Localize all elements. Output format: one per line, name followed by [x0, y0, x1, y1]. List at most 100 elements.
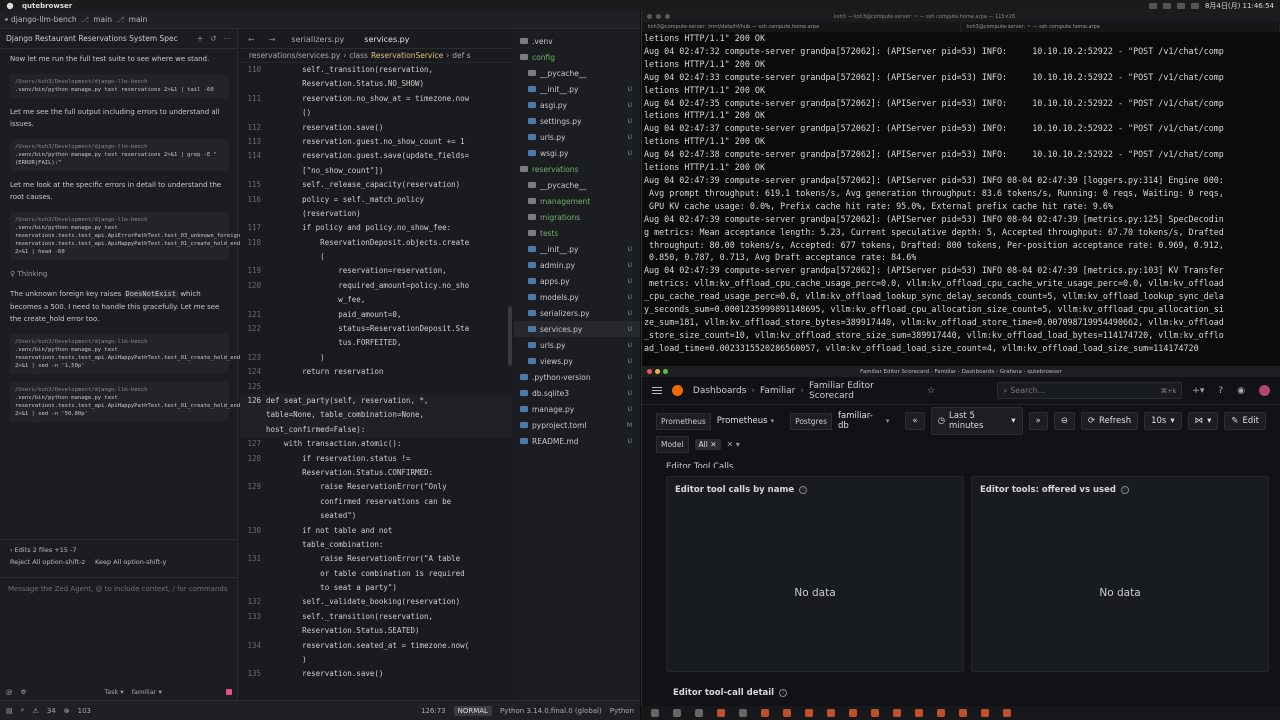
variable-select-datasource[interactable]: Prometheus ▾ — [717, 416, 774, 426]
agent-message-input[interactable]: Message the Zed Agent, @ to include cont… — [0, 577, 238, 637]
app-icon[interactable] — [893, 709, 901, 717]
info-icon[interactable]: i — [779, 689, 788, 697]
terminal-command-card[interactable]: /Users/ksh3/Development/django-llm-bench… — [10, 138, 229, 171]
terminal-command-card[interactable]: /Users/ksh3/Development/django-llm-bench… — [10, 73, 229, 98]
error-count[interactable]: 103 — [78, 707, 91, 715]
panel-tools-offered-vs-used[interactable]: Editor tools: offered vs used i No data — [971, 476, 1269, 672]
share-button[interactable]: ⋈ ▾ — [1187, 412, 1219, 430]
project-tree-item[interactable]: config — [514, 49, 640, 65]
new-thread-icon[interactable]: + — [197, 34, 203, 43]
app-icon[interactable] — [717, 709, 725, 717]
tray-icon[interactable] — [1162, 2, 1171, 9]
app-icon[interactable] — [915, 709, 923, 717]
time-forward-button[interactable]: » — [1028, 412, 1048, 430]
app-icon[interactable] — [871, 709, 879, 717]
code-line[interactable]: 113 reservation.guest.no_show_count += 1 — [240, 135, 512, 149]
stop-icon[interactable] — [226, 689, 232, 695]
model-chip[interactable]: All ✕ — [694, 438, 721, 450]
terminal-tab[interactable]: ksh3@compute-server: /mnt/data/hf/hub — … — [642, 22, 961, 32]
menu-icon[interactable] — [652, 387, 662, 394]
project-tree-item[interactable]: models.py U — [514, 289, 640, 305]
project-tree-item[interactable]: admin.py U — [514, 257, 640, 273]
code-line[interactable]: 117 if policy and policy.no_show_fee: — [240, 221, 512, 235]
breadcrumb-dashboard[interactable]: Familiar Editor Scorecard — [809, 381, 921, 401]
code-line[interactable]: 124 return reservation — [240, 365, 512, 379]
project-tree-item[interactable]: asgi.py U — [514, 97, 640, 113]
clear-icon[interactable]: ✕ ▾ — [727, 440, 740, 449]
python-interpreter[interactable]: Python 3.14.0.final.0 (global) — [500, 707, 602, 715]
project-tree-item[interactable]: urls.py U — [514, 337, 640, 353]
code-line[interactable]: w_fee, — [240, 293, 512, 307]
terminal-command-card[interactable]: /Users/ksh3/Development/django-llm-bench… — [10, 211, 257, 260]
code-line[interactable]: or table combination is required — [240, 567, 512, 581]
app-icon[interactable] — [695, 709, 703, 717]
code-line[interactable]: 112 reservation.save() — [240, 121, 512, 135]
code-line[interactable]: ) — [240, 653, 512, 667]
code-line[interactable]: 126 def seat_party(self, reservation, *, — [240, 393, 512, 409]
project-tree-item[interactable]: db.sqlite3 U — [514, 385, 640, 401]
info-icon[interactable]: i — [799, 486, 808, 494]
settings-icon[interactable]: ⚙ — [21, 688, 27, 696]
code-line[interactable]: (reservation) — [240, 207, 512, 221]
project-tree-item[interactable]: migrations — [514, 209, 640, 225]
app-icon[interactable] — [805, 709, 813, 717]
time-back-button[interactable]: « — [905, 412, 925, 430]
active-app-name[interactable]: qutebrowser — [22, 2, 72, 10]
editor-breadcrumb[interactable]: reservations/services.py › class Reserva… — [240, 49, 512, 63]
project-tree-item[interactable]: wsgi.py U — [514, 145, 640, 161]
code-line[interactable]: 123 ) — [240, 351, 512, 365]
task-selector[interactable]: Task ▾ — [104, 688, 123, 696]
code-line[interactable]: Reservation.Status.CONFIRMED: — [240, 466, 512, 480]
back-arrow-icon[interactable]: ← — [240, 35, 261, 48]
branch-name-secondary[interactable]: main — [129, 15, 148, 24]
help-icon[interactable]: ? — [1218, 386, 1223, 396]
keep-all-button[interactable]: Keep All option-shift-y — [95, 556, 166, 568]
reject-all-button[interactable]: Reject All option-shift-z — [10, 556, 85, 568]
star-icon[interactable]: ☆ — [927, 386, 935, 396]
menubar-clock[interactable]: 8月4日(月) 11:46:54 — [1205, 1, 1274, 11]
project-tree-item[interactable]: tests — [514, 225, 640, 241]
code-line[interactable]: table_combination: — [240, 538, 512, 552]
code-line[interactable]: 125 — [240, 380, 512, 394]
thinking-toggle[interactable]: ♀ Thinking — [10, 268, 229, 281]
app-icon[interactable] — [981, 709, 989, 717]
tray-icon[interactable] — [1148, 2, 1157, 9]
avatar[interactable] — [1259, 385, 1270, 396]
cursor-position[interactable]: 126:73 — [421, 707, 446, 715]
project-tree-item[interactable]: .python-version U — [514, 369, 640, 385]
zoom-out-icon[interactable]: ⊖ — [1053, 412, 1075, 430]
model-selector[interactable]: familiar ▾ — [132, 688, 162, 696]
error-icon[interactable]: ⊗ — [64, 707, 70, 715]
search-input[interactable]: ⌕ Search... ⌘+k — [997, 382, 1183, 399]
app-icon[interactable] — [937, 709, 945, 717]
info-icon[interactable]: i — [1120, 486, 1129, 494]
code-line[interactable]: 120 required_amount=policy.no_sho — [240, 279, 512, 293]
project-tree-item[interactable]: management — [514, 193, 640, 209]
code-line[interactable]: 130 if not table and not — [240, 524, 512, 538]
panel-tool-calls-by-name[interactable]: Editor tool calls by name i No data — [666, 476, 964, 672]
project-tree-item[interactable]: __init__.py U — [514, 241, 640, 257]
language-selector[interactable]: Python — [610, 707, 634, 715]
code-line[interactable]: 114 reservation.guest.save(update_fields… — [240, 149, 512, 163]
app-icon[interactable] — [849, 709, 857, 717]
code-line[interactable]: ( — [240, 250, 512, 264]
project-tree-item[interactable]: urls.py U — [514, 129, 640, 145]
code-line[interactable]: host_confirmed=False): — [240, 422, 512, 438]
edit-button[interactable]: ✎ Edit — [1224, 412, 1266, 430]
project-name[interactable]: django-llm-bench — [11, 15, 77, 24]
panel-toggle-icon[interactable]: ▤ — [6, 707, 13, 715]
context-icon[interactable]: @ — [6, 688, 13, 696]
more-icon[interactable]: ⋯ — [224, 34, 232, 43]
code-line[interactable]: 118 ReservationDeposit.objects.create — [240, 236, 512, 250]
code-line[interactable]: 129 raise ReservationError("Only — [240, 480, 512, 494]
code-line[interactable]: confirmed reservations can be — [240, 495, 512, 509]
add-icon[interactable]: +▾ — [1192, 386, 1204, 396]
time-picker[interactable]: ◷ Last 5 minutes ▾ — [930, 407, 1023, 435]
forward-arrow-icon[interactable]: → — [261, 35, 282, 48]
code-line[interactable]: 134 reservation.seated_at = timezone.now… — [240, 639, 512, 653]
refresh-interval-select[interactable]: 10s ▾ — [1144, 412, 1182, 430]
app-icon[interactable] — [959, 709, 967, 717]
warning-count[interactable]: 34 — [47, 707, 56, 715]
agent-thread-title[interactable]: Django Restaurant Reservations System Sp… — [6, 34, 178, 43]
project-tree-item[interactable]: services.py U — [514, 321, 640, 337]
